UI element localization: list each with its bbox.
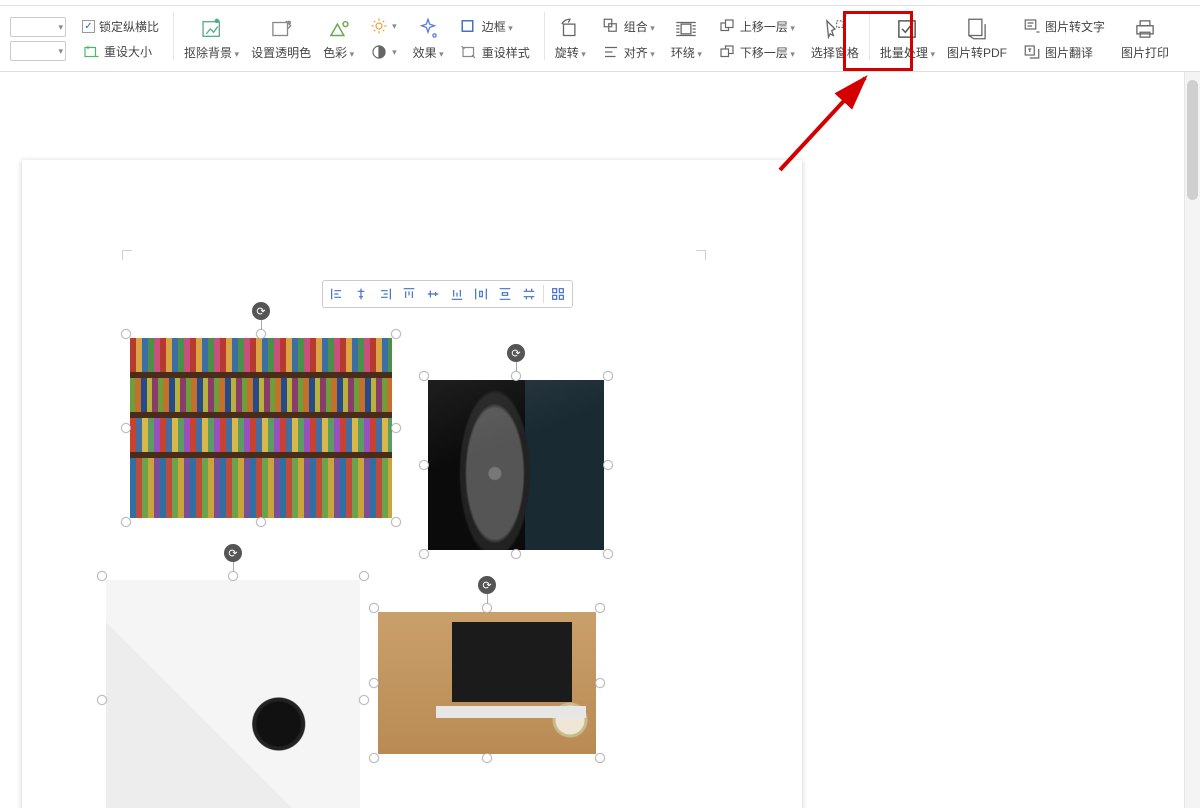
- brightness-button[interactable]: ▾: [366, 15, 401, 37]
- lock-ratio-check[interactable]: ✓ 锁定纵横比: [78, 16, 163, 37]
- send-backward-label: 下移一层: [740, 44, 795, 61]
- align-right-button[interactable]: [373, 283, 397, 305]
- contrast-icon: [370, 43, 388, 61]
- contrast-button[interactable]: ▾: [366, 41, 401, 63]
- distribute-h-button[interactable]: [469, 283, 493, 305]
- send-backward-icon: [718, 43, 736, 61]
- print-label: 图片打印: [1121, 44, 1169, 61]
- vertical-scrollbar[interactable]: [1184, 72, 1200, 808]
- ocr-label: 图片转文字: [1045, 18, 1105, 35]
- bring-forward-button[interactable]: 上移一层: [714, 15, 799, 37]
- picture-microphone[interactable]: ⟳: [428, 380, 604, 550]
- reset-style-label: 重设样式: [482, 44, 530, 61]
- lock-ratio-label: 锁定纵横比: [99, 18, 159, 35]
- translate-icon: [1023, 43, 1041, 61]
- selection-pane-label: 选择窗格: [811, 44, 859, 61]
- transparent-color-icon: [268, 16, 294, 42]
- equal-spacing-button[interactable]: [517, 283, 541, 305]
- caret-icon: ▾: [392, 47, 397, 58]
- color-button[interactable]: 色彩: [317, 12, 360, 65]
- margin-marker: [122, 250, 132, 260]
- color-icon: [326, 16, 352, 42]
- reset-style-icon: [460, 43, 478, 61]
- reset-size-button[interactable]: 重设大小: [78, 41, 156, 63]
- workspace: ⟳ ⟳ ⟳: [0, 72, 1200, 808]
- border-label: 边框: [482, 18, 513, 35]
- effect-label: 效果: [413, 44, 444, 61]
- send-backward-button[interactable]: 下移一层: [714, 41, 799, 63]
- bring-forward-label: 上移一层: [740, 18, 795, 35]
- align-bottom-button[interactable]: [445, 283, 469, 305]
- grid-align-button[interactable]: [546, 283, 570, 305]
- group-label: 组合: [624, 18, 655, 35]
- rotate-icon: [557, 16, 583, 42]
- ribbon: ✓ 锁定纵横比 重设大小 抠除背景 设置透明色 色彩 ▾: [0, 6, 1200, 72]
- selection-pane-icon: [822, 16, 848, 42]
- print-icon: [1132, 16, 1158, 42]
- document-page: ⟳ ⟳ ⟳: [22, 160, 802, 808]
- translate-label: 图片翻译: [1045, 44, 1093, 61]
- picture-bookshelf[interactable]: ⟳: [130, 338, 392, 518]
- align-left-button[interactable]: [325, 283, 349, 305]
- batch-icon: [894, 16, 920, 42]
- transparent-color-label: 设置透明色: [251, 44, 311, 61]
- rotate-handle-icon[interactable]: ⟳: [478, 576, 496, 594]
- margin-marker: [696, 250, 706, 260]
- group-button[interactable]: 组合: [598, 15, 659, 37]
- wrap-button[interactable]: 环绕: [665, 12, 708, 65]
- selection-pane-button[interactable]: 选择窗格: [805, 12, 865, 65]
- reset-size-label: 重设大小: [104, 43, 152, 60]
- batch-label: 批量处理: [880, 44, 935, 61]
- batch-button[interactable]: 批量处理: [874, 12, 941, 65]
- remove-bg-button[interactable]: 抠除背景: [178, 12, 245, 65]
- wrap-label: 环绕: [671, 44, 702, 61]
- reset-size-icon: [82, 43, 100, 61]
- to-pdf-icon: [964, 16, 990, 42]
- rotate-handle-icon[interactable]: ⟳: [507, 344, 525, 362]
- effect-button[interactable]: 效果: [407, 12, 450, 65]
- remove-bg-icon: [199, 16, 225, 42]
- wrap-icon: [673, 16, 699, 42]
- reset-style-button[interactable]: 重设样式: [456, 41, 534, 63]
- border-button[interactable]: 边框: [456, 15, 517, 37]
- brightness-icon: [370, 17, 388, 35]
- to-pdf-button[interactable]: 图片转PDF: [941, 12, 1013, 65]
- picture-desk[interactable]: ⟳: [106, 580, 360, 808]
- align-label: 对齐: [624, 44, 655, 61]
- align-top-button[interactable]: [397, 283, 421, 305]
- transparent-color-button[interactable]: 设置透明色: [245, 12, 317, 65]
- picture-office[interactable]: ⟳: [378, 612, 596, 754]
- align-icon: [602, 43, 620, 61]
- remove-bg-label: 抠除背景: [184, 44, 239, 61]
- to-pdf-label: 图片转PDF: [947, 44, 1007, 61]
- width-spin[interactable]: [10, 41, 66, 61]
- height-spin[interactable]: [10, 17, 66, 37]
- ocr-button[interactable]: 图片转文字: [1019, 15, 1109, 37]
- alignment-toolbar: [322, 280, 573, 308]
- align-button[interactable]: 对齐: [598, 41, 659, 63]
- print-button[interactable]: 图片打印: [1115, 12, 1175, 65]
- align-center-h-button[interactable]: [349, 283, 373, 305]
- rotate-handle-icon[interactable]: ⟳: [252, 302, 270, 320]
- scrollbar-thumb[interactable]: [1187, 80, 1198, 200]
- ocr-icon: [1023, 17, 1041, 35]
- rotate-label: 旋转: [555, 44, 586, 61]
- border-icon: [460, 17, 478, 35]
- checkbox-icon: ✓: [82, 20, 95, 33]
- caret-icon: ▾: [392, 21, 397, 32]
- translate-button[interactable]: 图片翻译: [1019, 41, 1097, 63]
- effect-icon: [415, 16, 441, 42]
- rotate-handle-icon[interactable]: ⟳: [224, 544, 242, 562]
- color-label: 色彩: [323, 44, 354, 61]
- align-middle-button[interactable]: [421, 283, 445, 305]
- rotate-button[interactable]: 旋转: [549, 12, 592, 65]
- bring-forward-icon: [718, 17, 736, 35]
- distribute-v-button[interactable]: [493, 283, 517, 305]
- group-icon: [602, 17, 620, 35]
